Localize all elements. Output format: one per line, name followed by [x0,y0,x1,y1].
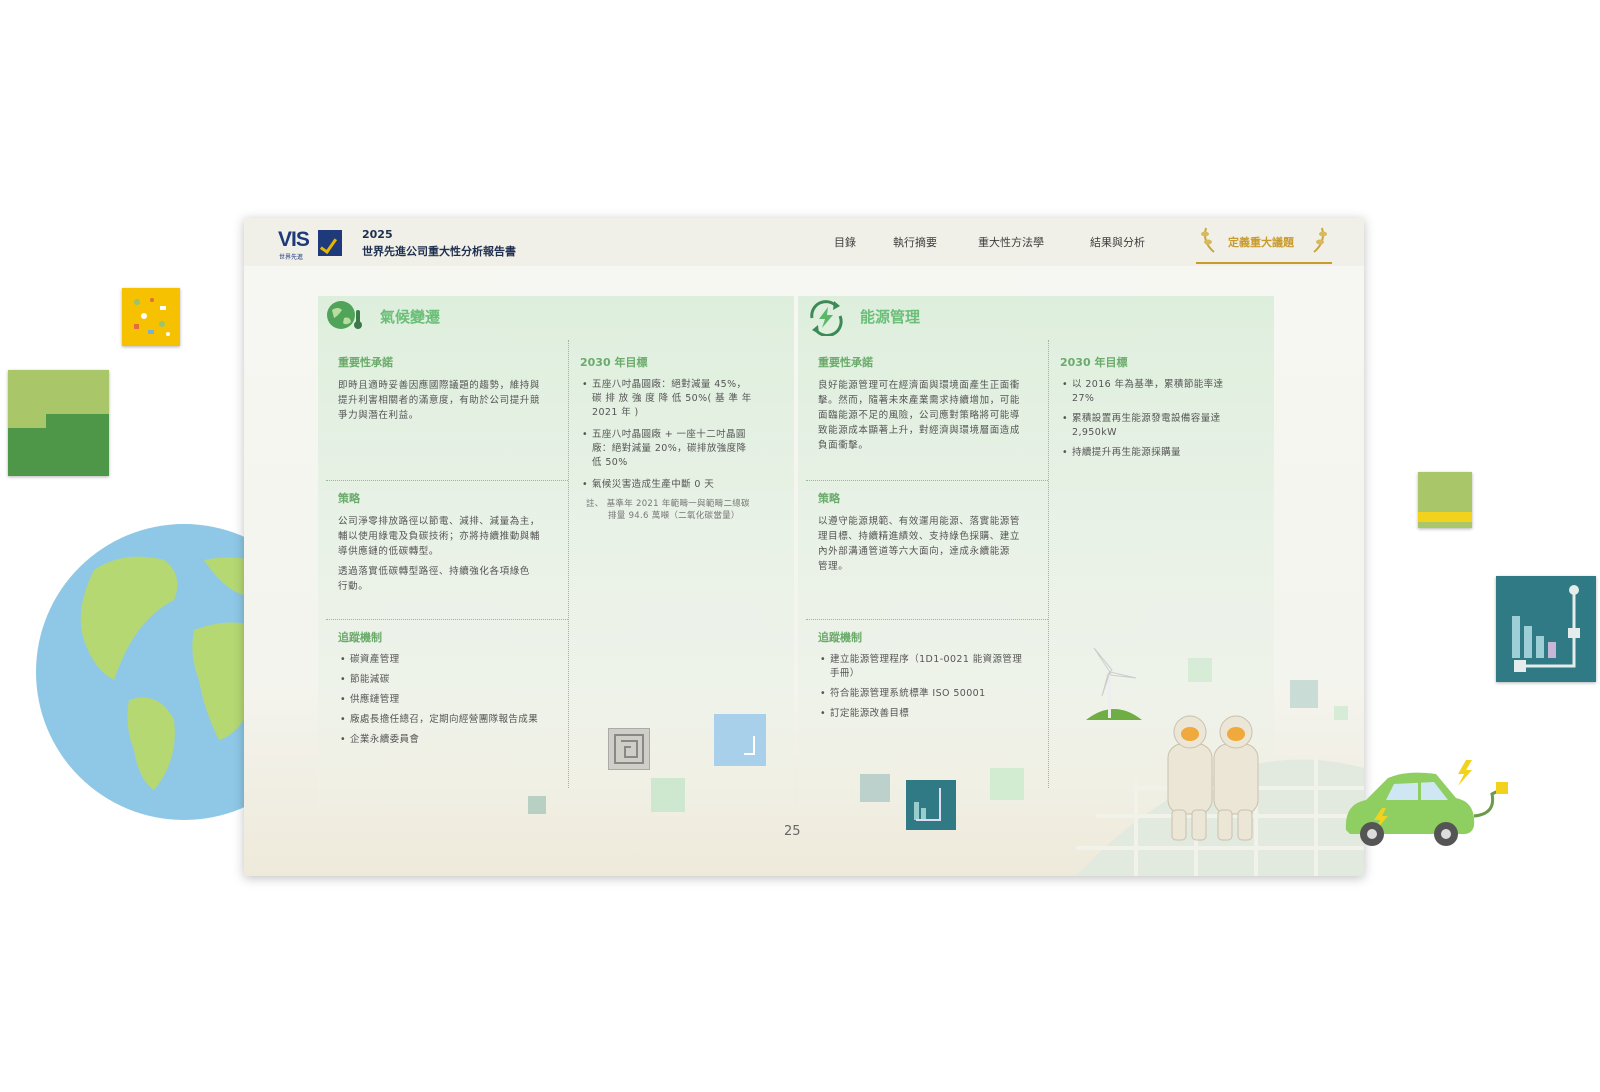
energy-commitment-text: 良好能源管理可在經濟面與環境面產生正面衝 擊。然而，隨著未來產業需求持續增加，可… [818,380,1021,451]
green-felt-tile [8,370,109,476]
energy-cycle-icon [810,300,843,336]
list-item: 廠處長擔任總召，定期向經營團隊報告成果 [340,713,538,727]
page-number: 25 [784,824,801,839]
nav-toc[interactable]: 目錄 [834,218,856,266]
green-yellow-tile [1418,472,1472,528]
climate-goal-heading: 2030 年目標 [580,356,648,369]
list-item: 企業永續委員會 [340,733,538,747]
energy-tracking-heading: 追蹤機制 [818,631,862,644]
list-item: 氣候災害造成生產中斷 0 天 [582,478,762,492]
circuit-tile-icon [608,728,650,770]
list-item: 建立能源管理程序（1D1-0021 能資源管理手冊） [820,653,1046,681]
list-item: 五座八吋晶圓廠：絕對減量 45%，碳 排 放 強 度 降 低 50%( 基 準 … [582,378,762,420]
energy-title: 能源管理 [860,308,921,326]
decor-square [1188,658,1212,682]
list-item: 碳資產管理 [340,653,538,667]
list-item: 五座八吋晶圓廠 + 一座十二吋晶圓廠：絕對減量 20%，碳排放強度降低 50% [582,428,762,470]
climate-tracking-heading: 追蹤機制 [338,631,382,644]
chart-tile-icon [906,780,956,830]
climate-goal-note: 註、 基準年 2021 年範疇一與範疇二總碳 排量 94.6 萬噸（二氧化碳當量… [586,499,750,521]
nav-results[interactable]: 結果與分析 [1090,218,1145,266]
nav-methodology[interactable]: 重大性方法學 [978,218,1044,266]
electric-car-icon [1345,760,1508,846]
energy-commitment-heading: 重要性承諾 [818,356,873,369]
climate-column-divider [568,340,569,788]
chart-tile-icon [1496,576,1596,682]
energy-goal-list: 以 2016 年為基準，累積節能率達27% 累積設置再生能源發電設備容量達2,9… [1062,378,1252,460]
decor-square [990,768,1024,800]
nav-material-topics[interactable]: 定義重大議題 [1228,218,1294,266]
earth-thermometer-icon [327,301,362,329]
energy-tracking-list: 建立能源管理程序（1D1-0021 能資源管理手冊） 符合能源管理系統標準 IS… [820,653,1046,721]
list-item: 節能減碳 [340,673,538,687]
laurel-left-icon [1201,227,1215,253]
list-item: 供應鏈管理 [340,693,538,707]
logo-check-icon [318,230,342,256]
decor-square [1334,706,1348,720]
climate-goal-list: 五座八吋晶圓廠：絕對減量 45%，碳 排 放 強 度 降 低 50%( 基 準 … [582,378,762,492]
decor-square [651,778,685,812]
climate-strategy-text: 公司淨零排放路徑以節電、減排、減量為主， 輔以使用綠電及負碳技術；亦將持續推動與… [338,516,541,557]
climate-strategy-text-2: 透過落實低碳轉型路徑、持續強化各項綠色 行動。 [338,566,530,592]
company-logo[interactable]: VIS 世界先進 [278,226,344,261]
energy-strategy-text: 以遵守能源規範、有效運用能源、落實能源管 理目標、持續精進績效、支持綠色採購、建… [818,516,1021,572]
confetti-pattern-icon [134,298,170,336]
wind-turbine-icon [1086,647,1142,720]
energy-strategy-heading: 策略 [818,492,840,505]
divider [806,619,1048,620]
list-item: 累積設置再生能源發電設備容量達2,950kW [1062,412,1252,440]
list-item: 訂定能源改善目標 [820,707,1046,721]
cleanroom-workers-icon [1167,715,1259,841]
nav-active-underline [1196,262,1332,264]
tile-icon [714,714,766,766]
divider [326,619,568,620]
laurel-right-icon [1313,227,1327,253]
list-item: 持續提升再生能源採購量 [1062,446,1252,460]
energy-goal-heading: 2030 年目標 [1060,356,1128,369]
climate-strategy-heading: 策略 [338,492,360,505]
nav-executive-summary[interactable]: 執行摘要 [893,218,937,266]
divider [326,480,568,481]
climate-title: 氣候變遷 [380,308,441,326]
decor-square [860,774,890,802]
pattern-tile-yellow [122,288,180,346]
climate-tracking-list: 碳資產管理 節能減碳 供應鏈管理 廠處長擔任總召，定期向經營團隊報告成果 企業永… [340,653,538,747]
climate-commitment-text: 即時且適時妥善因應國際議題的趨勢，維持與 提升利害相關者的滿意度，有助於公司提升… [338,380,541,421]
logo-subtitle: 世界先進 [279,254,304,261]
list-item: 以 2016 年為基準，累積節能率達27% [1062,378,1252,406]
logo-wordmark: VIS [278,228,310,251]
energy-column-divider [1048,340,1049,788]
report-page: VIS 世界先進 2025 世界先進公司重大性分析報告書 目錄 執行摘要 重大性… [244,218,1364,876]
report-title: 世界先進公司重大性分析報告書 [362,245,516,258]
list-item: 符合能源管理系統標準 ISO 50001 [820,687,1046,701]
climate-commitment-heading: 重要性承諾 [338,356,393,369]
divider [806,480,1048,481]
decor-square [528,796,546,814]
decor-square [1290,680,1318,708]
report-year: 2025 [362,228,393,241]
